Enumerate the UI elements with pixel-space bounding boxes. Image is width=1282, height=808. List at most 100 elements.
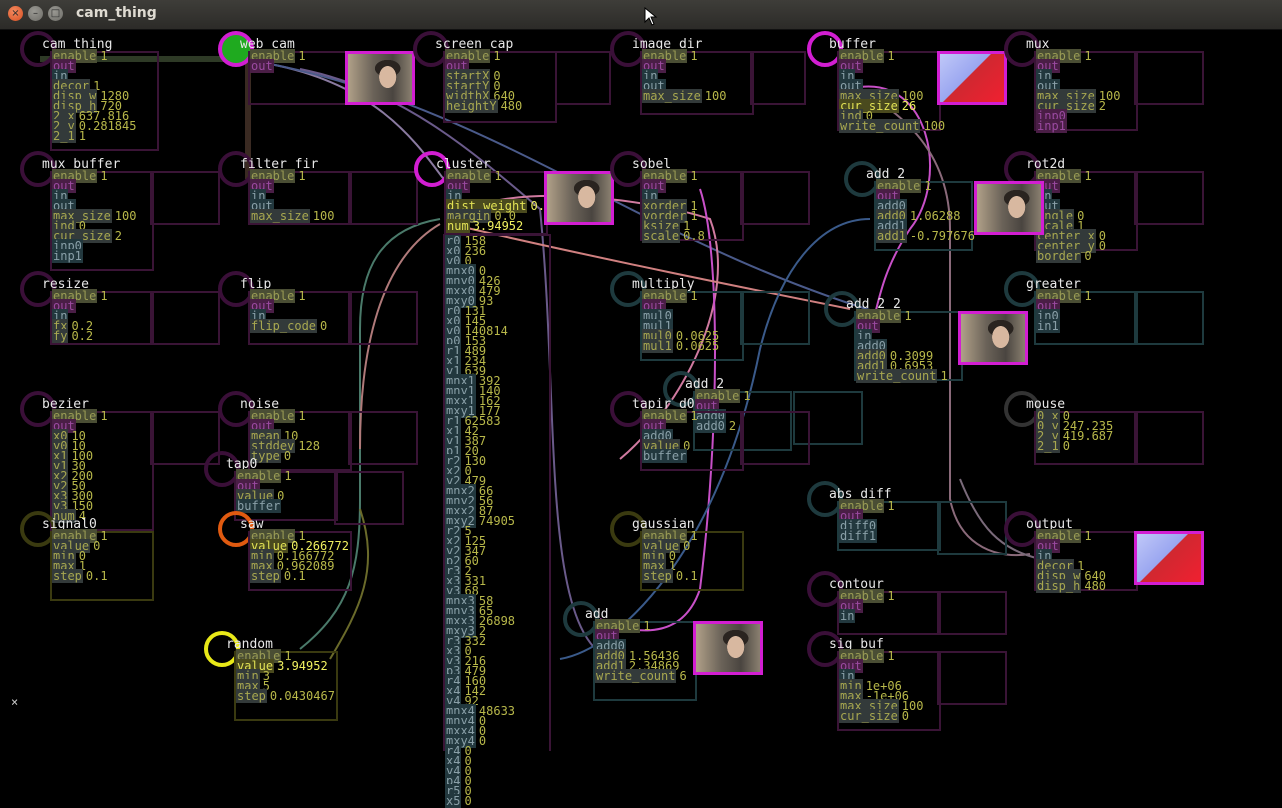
param-value: 1 [904, 309, 912, 323]
param-diff1[interactable]: diff1 [839, 529, 895, 543]
param-value: 1 [1084, 49, 1092, 63]
node-params: enable 1 out in out max_size 100 cur_size 2 inp0 i… [1036, 49, 1120, 133]
minimize-button[interactable]: – [28, 6, 43, 21]
param-value: 1 [690, 169, 698, 183]
param-value: 1 [690, 289, 698, 303]
param-scale[interactable]: scale 0.8 [642, 229, 705, 243]
status-marker: × [11, 695, 19, 709]
node-params: enable 1 value 3.94952 min 3 max 5 step 0.0430467 [236, 649, 335, 703]
param-step[interactable]: step 0.1 [52, 569, 108, 583]
node-params: enable 1 out in add0 add0 0.3099 add1 0.6953 writ… [856, 309, 948, 383]
node-preview-frame [937, 591, 1007, 635]
param-max-size[interactable]: max_size 100 [642, 89, 726, 103]
param-value: 1 [1084, 169, 1092, 183]
param-mul1[interactable]: mul1 0.0625 [642, 339, 719, 353]
param-value: 1 [1084, 529, 1092, 543]
param-value: 419.687 [1062, 429, 1114, 443]
maximize-icon: □ [50, 8, 61, 19]
node-preview-frame [740, 291, 810, 345]
param-value: 1 [887, 499, 895, 513]
node-preview-image [693, 621, 763, 675]
param-key: cur_size [839, 709, 899, 723]
param-in[interactable]: in [839, 609, 895, 623]
param-add1[interactable]: add1 -0.797676 [876, 229, 975, 243]
node-params: enable 1 out in out max_size 100 ind 0 cur_size 2 i… [52, 169, 136, 263]
param-key: inp1 [52, 249, 83, 263]
node-params: enable 1 out [250, 49, 306, 73]
param-key: in [839, 609, 856, 623]
maximize-button[interactable]: □ [48, 6, 63, 21]
param-value: 1 [494, 169, 502, 183]
param-write-count[interactable]: write_count 100 [839, 119, 945, 133]
param-value: 1 [100, 529, 108, 543]
param-inp1[interactable]: inp1 [1036, 119, 1120, 133]
param-key: 2_1 [1036, 439, 1060, 453]
param-key: add1 [876, 229, 907, 243]
node-preview-frame [348, 171, 418, 225]
param-write-count[interactable]: write_count 1 [856, 369, 948, 383]
param-value: 1 [298, 409, 306, 423]
param-max-size[interactable]: max_size 100 [250, 209, 335, 223]
cluster-value: 0 [478, 734, 487, 748]
param-value: 0 [283, 449, 292, 463]
param-value: 1 [887, 649, 895, 663]
param-value: 0 [683, 539, 691, 553]
param-value: 1 [940, 369, 948, 383]
param-key: heightY [445, 99, 498, 113]
node-preview-frame [937, 501, 1007, 555]
node-preview-frame [150, 171, 220, 225]
node-preview-image [544, 171, 614, 225]
node-preview-frame [150, 291, 220, 345]
param-key: buffer [236, 499, 282, 513]
param-value: 1 [284, 469, 292, 483]
node-params: enable 1 out in decor 1 disp_w 640 disp_h 480 [1036, 529, 1106, 593]
node-preview-frame [334, 471, 404, 525]
node-params: enable 1 out add0 add0 1.06288 add1 add1 -0.7976… [876, 179, 975, 243]
node-params: enable 1 out mul0 mul1 mul0 0.0625 mul1 0.0625 [642, 289, 719, 353]
node-preview-frame [1134, 171, 1204, 225]
param-step[interactable]: step 0.0430467 [236, 689, 335, 703]
param-value: 100 [312, 209, 335, 223]
param-value: 0 [320, 319, 328, 333]
cluster-list: r0 158 x0 236 y0 0 mnx0 0 mny0 426 mxx0 479 mxy0 93 r0… [443, 234, 551, 808]
node-canvas[interactable]: r0 158 x0 236 y0 0 mnx0 0 mny0 426 mxx0 479 mxy0 93 r0… [0, 29, 1282, 808]
param-value: 1 [100, 49, 108, 63]
node-preview-image [974, 181, 1044, 235]
node-preview-image [958, 311, 1028, 365]
node-params: enable 1 out in out max_size 100 [250, 169, 335, 223]
close-icon: × [11, 8, 20, 19]
param-value: 26 [901, 99, 917, 113]
param-value: 1 [743, 389, 751, 403]
param-fy[interactable]: fy 0.2 [52, 329, 108, 343]
param-heightY[interactable]: heightY 480 [445, 99, 522, 113]
param-value: 0.1 [85, 569, 108, 583]
node-params: enable 1 out in fx 0.2 fy 0.2 [52, 289, 108, 343]
node-params: enable 1 out diff0 diff1 [839, 499, 895, 543]
param-inp1[interactable]: inp1 [52, 249, 136, 263]
param-key: buffer [642, 449, 688, 463]
param-key: max_size [250, 209, 310, 223]
param-disp-h[interactable]: disp_h 480 [1036, 579, 1106, 593]
param-value: 0.0430467 [269, 689, 335, 703]
cluster-value: 74905 [478, 514, 516, 528]
param-flip-code[interactable]: flip_code 0 [250, 319, 328, 333]
param-value: 1 [643, 619, 651, 633]
node-params: enable 1 value 0 min 0 max 1 step 0.1 [642, 529, 698, 583]
param-value: 0.281845 [78, 119, 137, 133]
param-in1[interactable]: in1 [1036, 319, 1092, 333]
param-value: 0.8 [683, 229, 705, 243]
param-key: num [446, 219, 470, 233]
param-key: step [52, 569, 83, 583]
cursor-icon [644, 7, 658, 26]
param-value: -0.797676 [909, 229, 975, 243]
param-step[interactable]: step 0.1 [250, 569, 349, 583]
param-value: 3.94952 [277, 659, 328, 673]
param-step[interactable]: step 0.1 [642, 569, 698, 583]
param-key: in1 [1036, 319, 1060, 333]
param-value: 3.94952 [472, 219, 524, 233]
node-params: enable 1 out add0 value 0 buffer [642, 409, 698, 463]
node-params: enable 1 out in out max_size 100 [642, 49, 726, 103]
param-value: 1 [690, 529, 698, 543]
close-button[interactable]: × [8, 6, 23, 21]
param-write-count[interactable]: write_count 6 [595, 669, 687, 683]
